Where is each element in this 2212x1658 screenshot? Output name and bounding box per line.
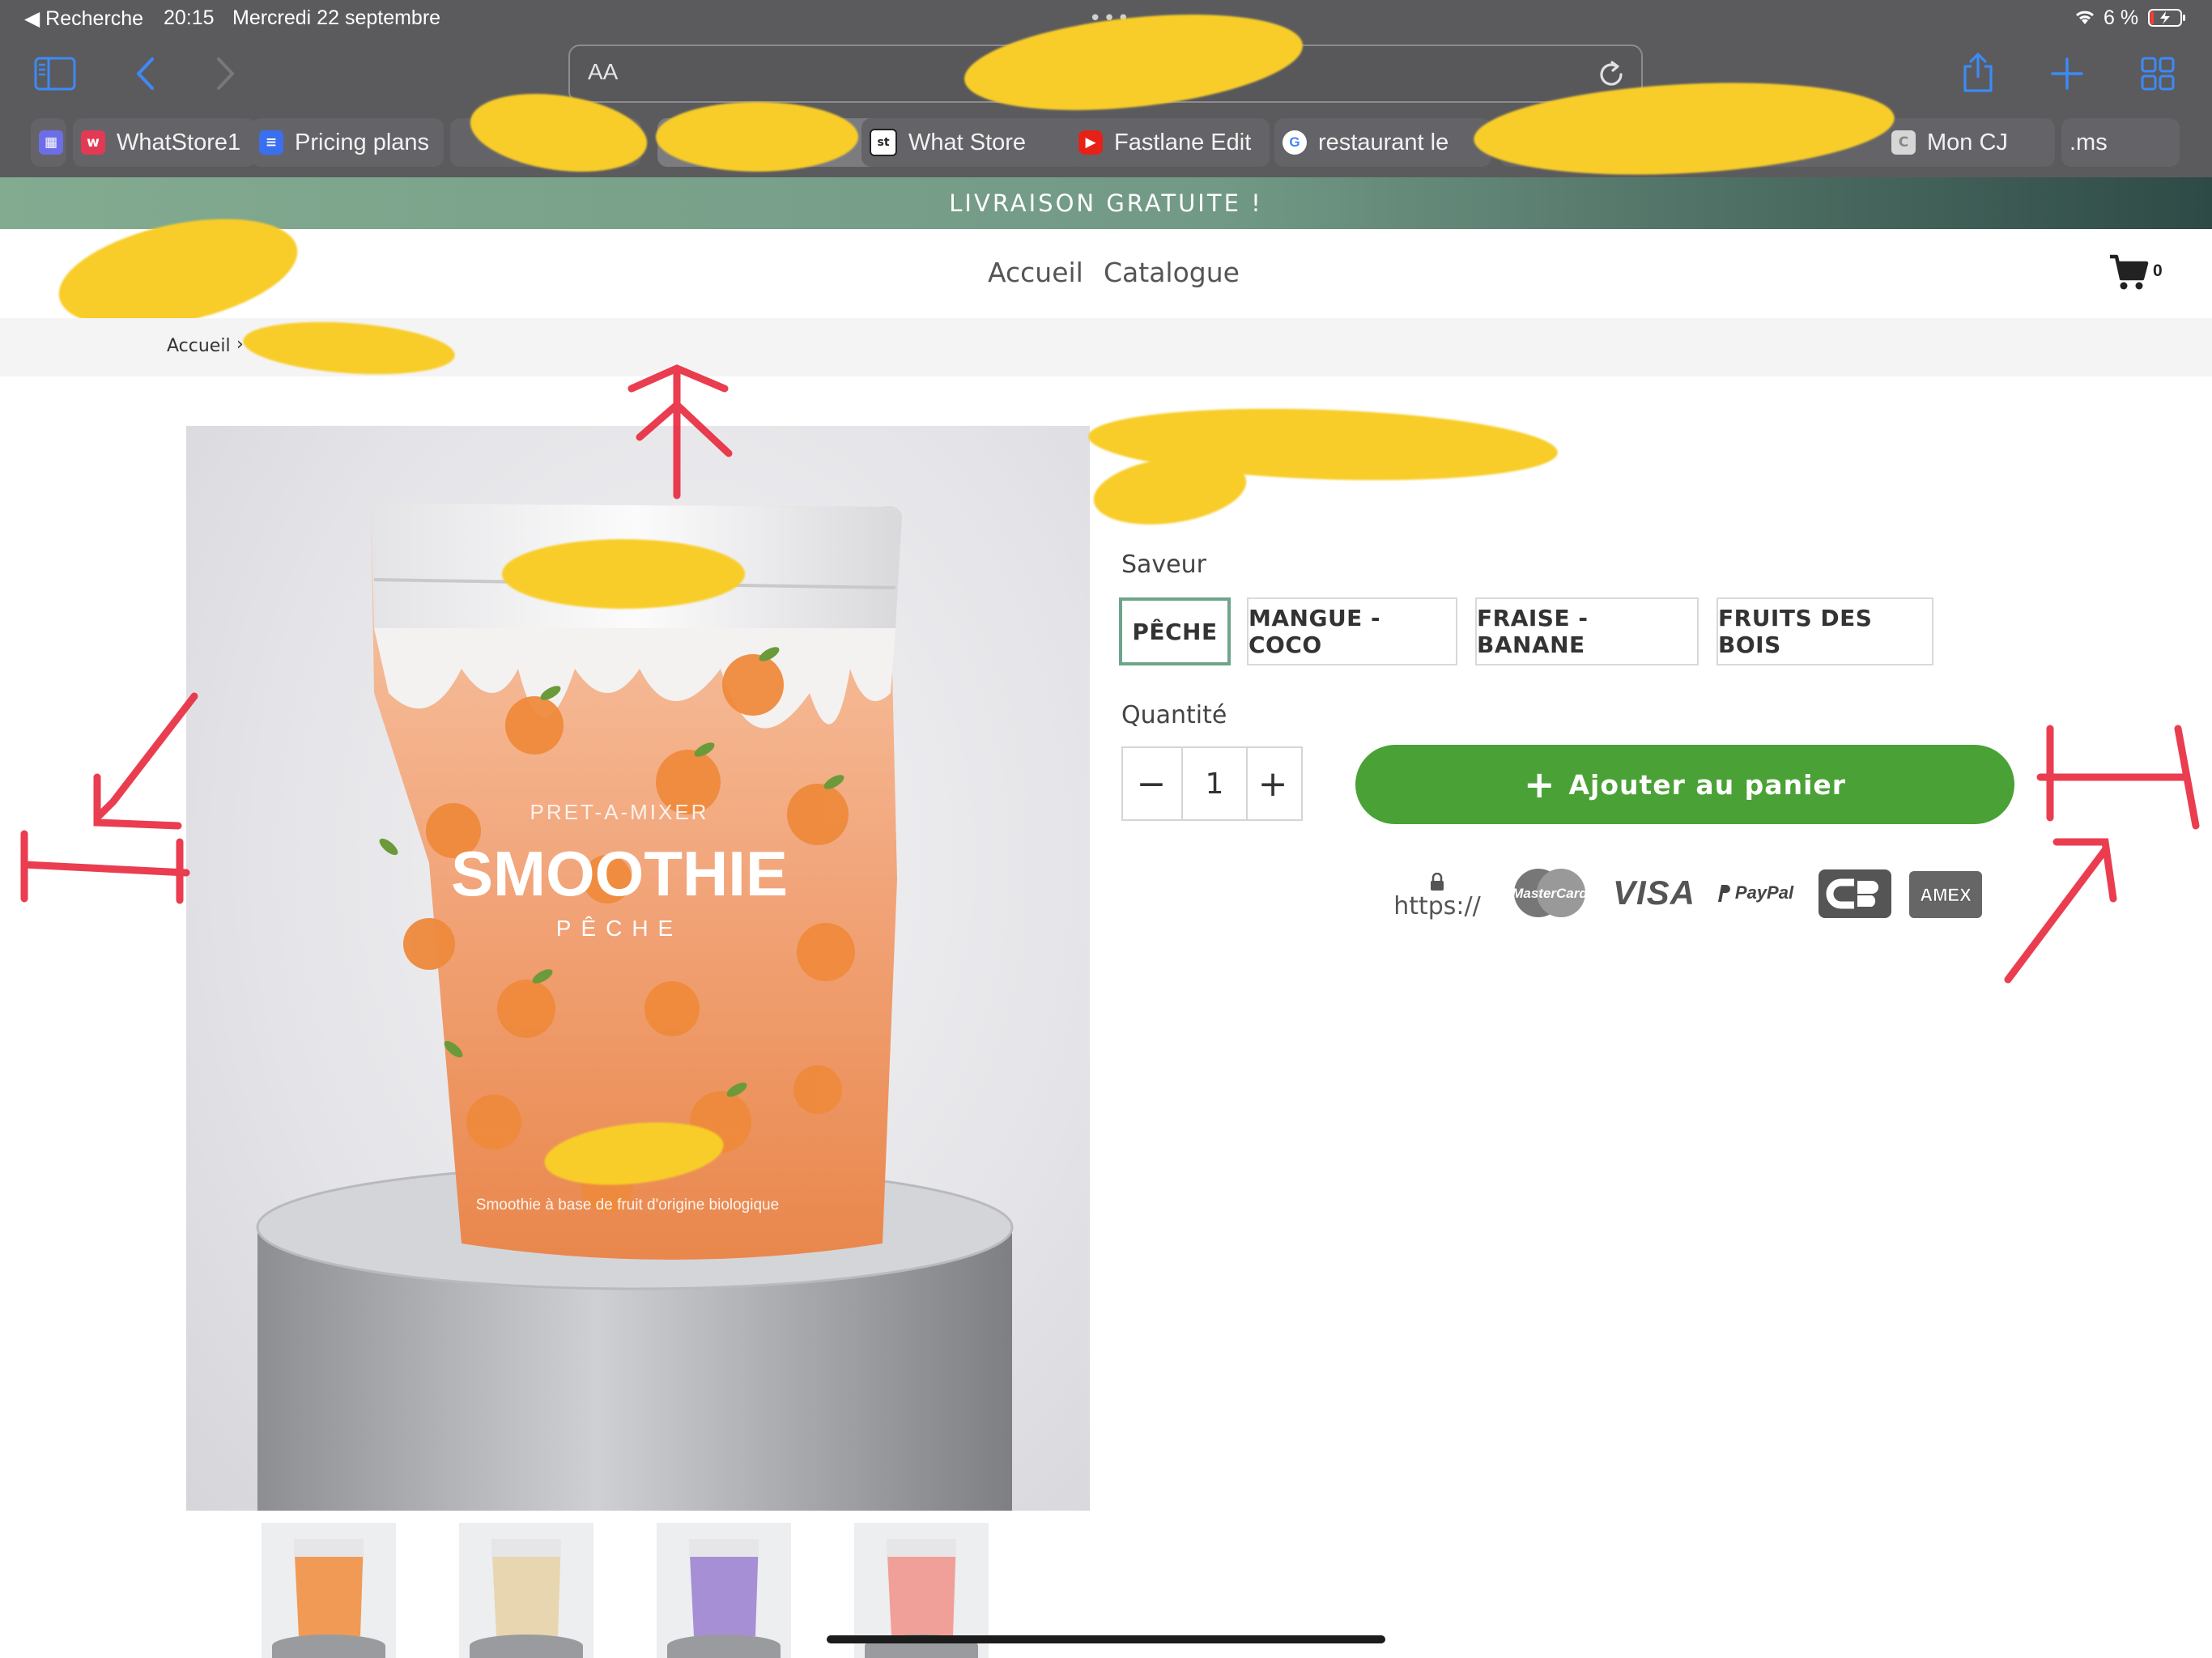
annotation-left-arrow-icon [20,692,198,904]
annotation-arrows [20,364,2200,984]
annotation-up-arrow-icon [627,364,733,500]
annotation-right-arrow-icon [2004,725,2200,984]
home-indicator[interactable] [827,1635,1385,1643]
